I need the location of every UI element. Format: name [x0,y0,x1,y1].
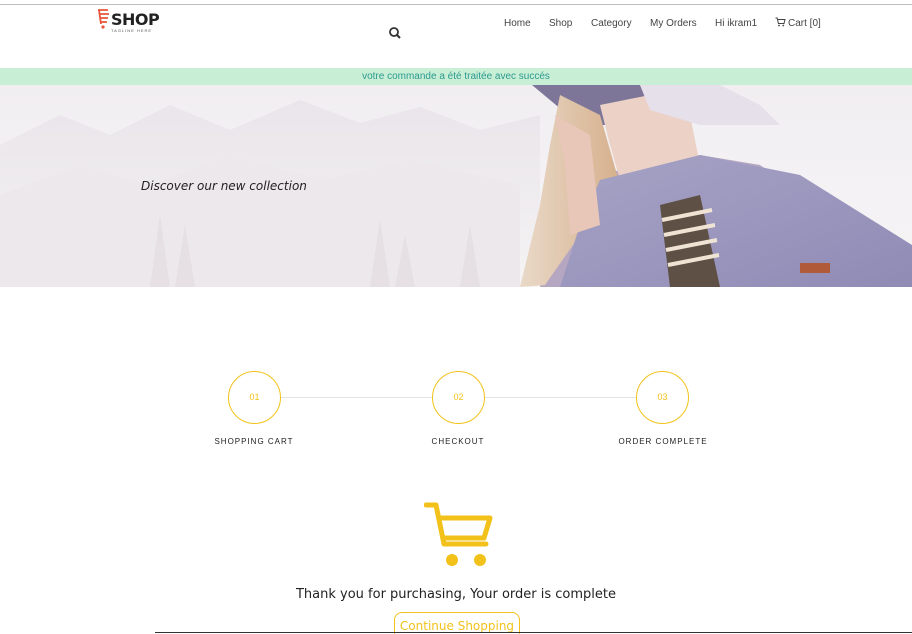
nav-home[interactable]: Home [504,18,531,29]
shopping-cart-icon [424,502,493,566]
step-label-checkout: CHECKOUT [431,437,485,446]
nav-cart[interactable]: Cart [0] [775,17,821,29]
hero-banner: Discover our new collection [0,85,912,287]
cart-icon [775,17,786,27]
top-border [0,4,912,5]
step-circle-1: 01 [228,371,281,424]
nav-category[interactable]: Category [591,18,632,29]
step-connector [485,397,637,398]
nav-my-orders[interactable]: My Orders [650,18,697,29]
hero-background-image [0,85,912,287]
nav-shop[interactable]: Shop [549,18,572,29]
nav-cart-label: Cart [0] [788,18,821,29]
continue-shopping-button[interactable]: Continue Shopping [394,612,520,634]
step-circle-2: 02 [432,371,485,424]
success-alert: votre commande a été traitée avec succés [0,68,912,85]
logo-tagline: TAGLINE HERE [111,28,153,33]
site-logo[interactable]: SHOP TAGLINE HERE [97,6,167,36]
bottom-border [155,632,912,633]
step-label-shopping-cart: SHOPPING CART [214,437,294,446]
hero-tagline: Discover our new collection [141,179,307,193]
order-complete-message: Thank you for purchasing, Your order is … [295,587,617,602]
logo-text: SHOP [111,10,160,29]
success-alert-message: votre commande a été traitée avec succés [362,71,550,82]
step-number: 01 [249,392,260,402]
nav-user-greeting[interactable]: Hi ikram1 [715,18,757,29]
step-number: 03 [657,392,668,402]
logo-cart-icon [98,9,109,29]
step-circle-3: 03 [636,371,689,424]
step-connector [280,397,432,398]
search-icon[interactable] [387,25,403,41]
step-label-order-complete: ORDER COMPLETE [618,437,708,446]
step-number: 02 [453,392,464,402]
